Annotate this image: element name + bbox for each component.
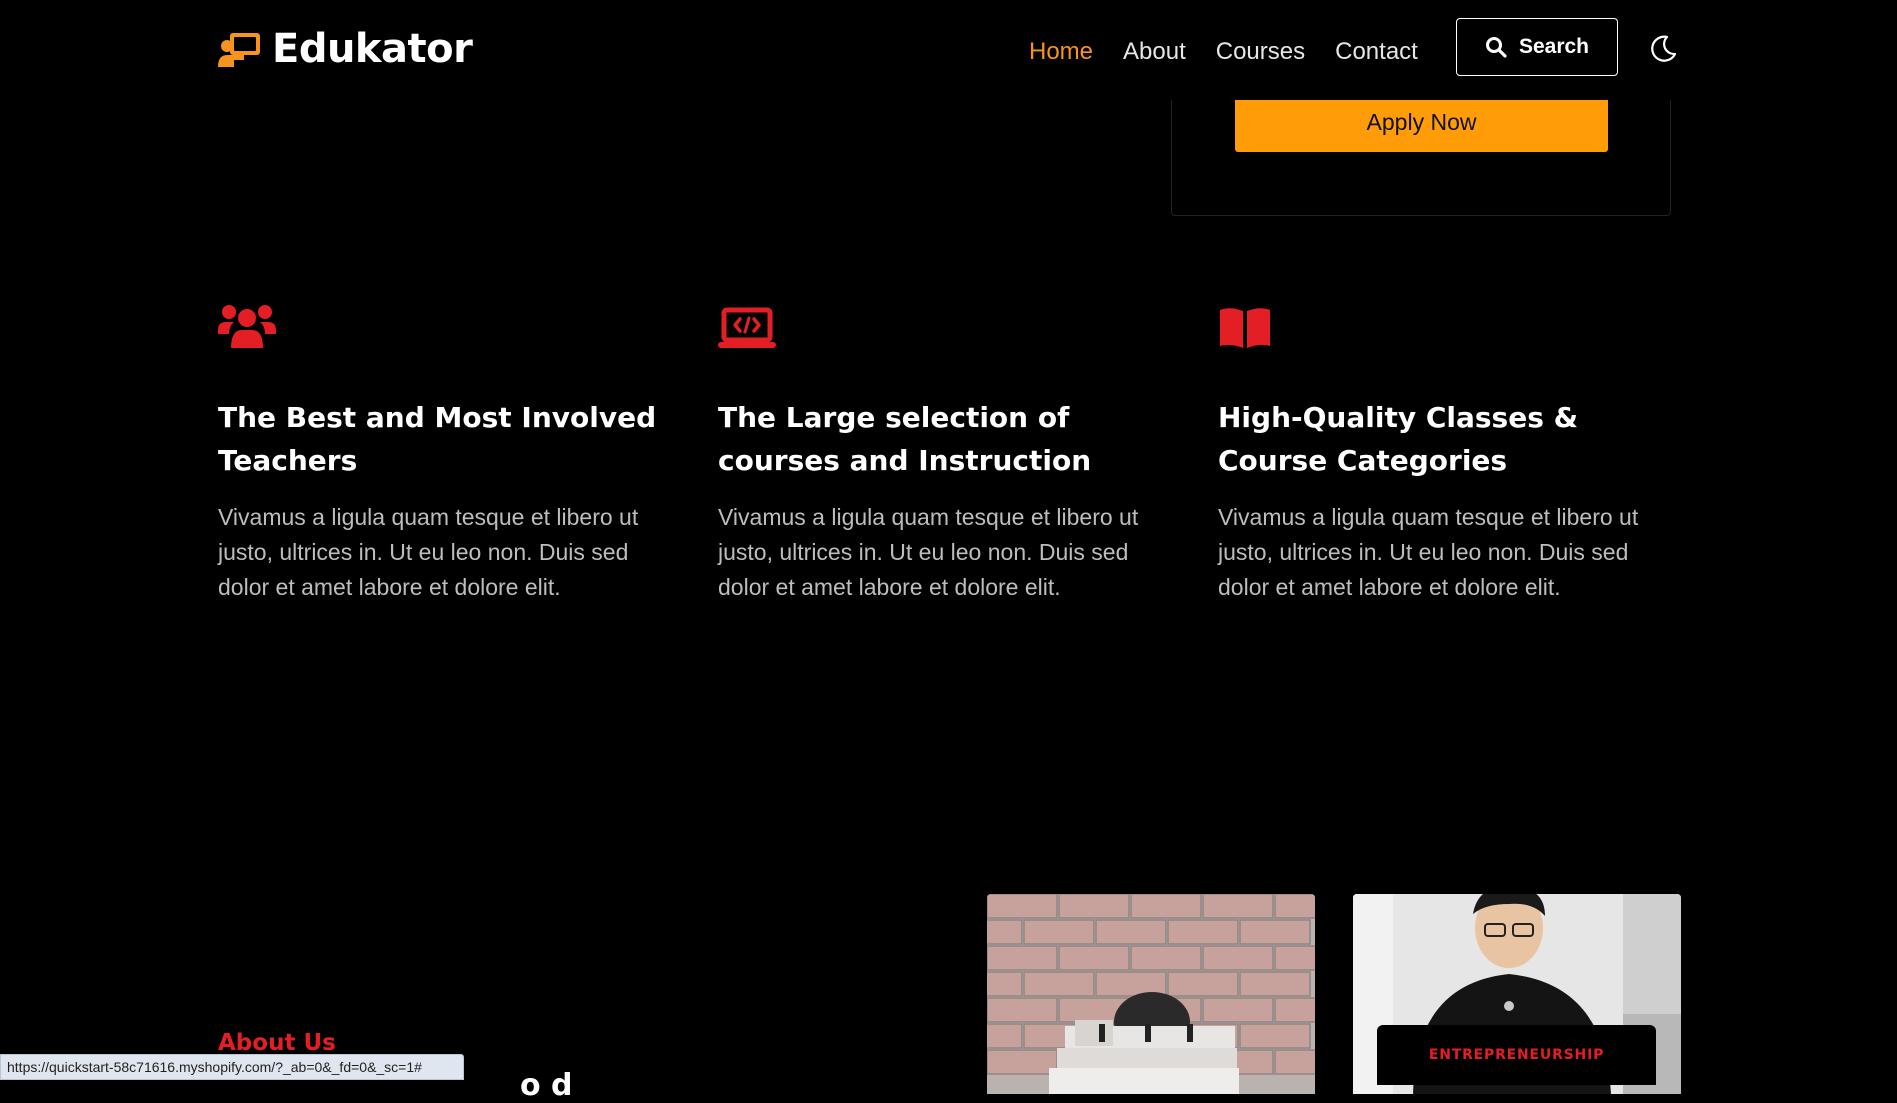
main-nav: Home About Courses Contact	[1029, 32, 1418, 72]
users-icon	[218, 305, 276, 348]
apply-now-button[interactable]: Apply Now	[1235, 92, 1608, 152]
about-us-label: About Us	[218, 1030, 336, 1056]
site-header: Edukator Home About Courses Contact Sear…	[0, 0, 1897, 100]
nav-home[interactable]: Home	[1029, 32, 1093, 72]
nav-contact[interactable]: Contact	[1335, 32, 1418, 72]
feature-courses: The Large selection of courses and Instr…	[718, 298, 1168, 600]
course-category-badge[interactable]: ENTREPRENEURSHIP	[1377, 1025, 1656, 1085]
teacher-board-icon	[218, 33, 260, 67]
feature-teachers: The Best and Most Involved Teachers Viva…	[218, 298, 668, 600]
nav-about[interactable]: About	[1123, 32, 1186, 72]
feature-text: Vivamus a ligula quam tesque et libero u…	[718, 504, 1139, 600]
browser-status-url: https://quickstart-58c71616.myshopify.co…	[0, 1054, 464, 1080]
nav-courses[interactable]: Courses	[1216, 32, 1305, 72]
feature-text: Vivamus a ligula quam tesque et libero u…	[218, 504, 639, 600]
search-label: Search	[1518, 35, 1590, 58]
dark-mode-toggle-icon[interactable]	[1648, 34, 1678, 64]
feature-classes: High-Quality Classes & Course Categories…	[1218, 298, 1668, 600]
logo-text: Edukator	[272, 26, 473, 72]
search-icon	[1485, 37, 1507, 58]
book-open-icon	[1220, 308, 1270, 348]
laptop-code-icon	[718, 307, 776, 348]
books-photo-image	[987, 894, 1315, 1094]
feature-title: High-Quality Classes & Course Categories	[1218, 401, 1579, 477]
feature-title: The Best and Most Involved Teachers	[218, 401, 657, 477]
about-heading: o d	[520, 1068, 573, 1103]
logo[interactable]: Edukator	[218, 22, 473, 76]
feature-text: Vivamus a ligula quam tesque et libero u…	[1218, 504, 1639, 600]
search-button[interactable]: Search	[1456, 18, 1618, 76]
books-photo	[987, 894, 1315, 1094]
feature-title: The Large selection of courses and Instr…	[718, 401, 1092, 477]
